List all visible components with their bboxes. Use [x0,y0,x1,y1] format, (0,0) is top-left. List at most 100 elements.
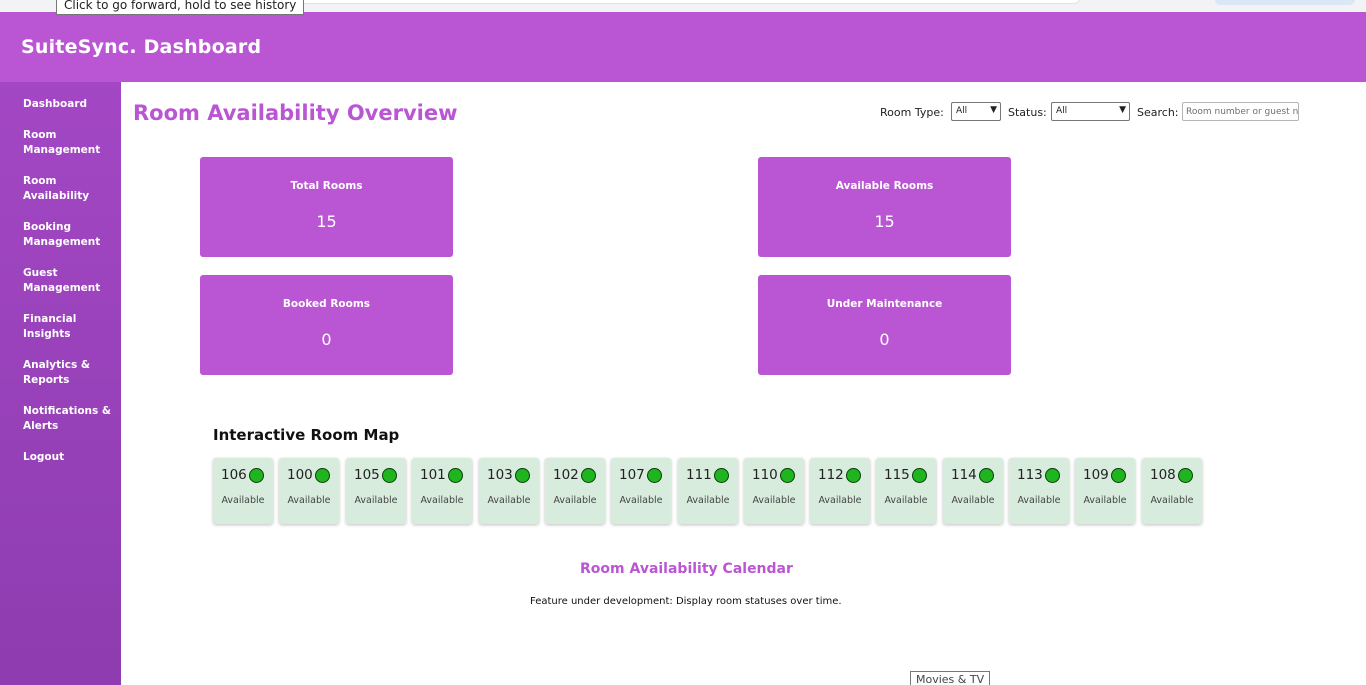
sidebar-item-notifications-alerts[interactable]: Notifications & Alerts [23,404,113,434]
calendar-title: Room Availability Calendar [580,561,793,577]
stat-label: Under Maintenance [826,298,943,310]
room-status: Available [1017,495,1061,506]
room-card[interactable]: 107 Available [611,458,671,524]
main-content: Room Availability Overview Room Type: Al… [121,82,1366,685]
room-card[interactable]: 113 Available [1009,458,1069,524]
status-dot-icon [714,468,729,483]
sidebar-item-room-management[interactable]: Room Management [23,128,113,158]
status-dot-icon [979,468,994,483]
stat-card-total-rooms: Total Rooms 15 [200,157,453,257]
status-dot-icon [912,468,927,483]
room-status: Available [354,495,398,506]
room-card[interactable]: 115 Available [876,458,936,524]
room-number: 108 [1150,467,1176,483]
room-number: 105 [354,467,380,483]
room-status: Available [884,495,928,506]
room-status: Available [287,495,331,506]
taskbar-tab-movies-tv[interactable]: Movies & TV [910,671,991,685]
chevron-down-icon: ▼ [990,105,997,115]
room-number: 113 [1017,467,1043,483]
room-number: 111 [686,467,712,483]
room-status: Available [553,495,597,506]
room-status: Available [420,495,464,506]
room-card[interactable]: 111 Available [678,458,738,524]
status-dot-icon [315,468,330,483]
stat-card-available-rooms: Available Rooms 15 [758,157,1011,257]
sidebar-item-logout[interactable]: Logout [23,450,113,465]
stat-label: Available Rooms [835,180,934,192]
stat-card-under-maintenance: Under Maintenance 0 [758,275,1011,375]
browser-profile-button[interactable] [1215,0,1355,5]
stat-value: 15 [316,212,337,231]
room-number: 110 [752,467,778,483]
room-number: 102 [553,467,579,483]
room-status: Available [818,495,862,506]
room-card[interactable]: 108 Available [1142,458,1202,524]
status-dot-icon [647,468,662,483]
room-status: Available [1150,495,1194,506]
sidebar: Dashboard Room Management Room Availabil… [0,82,121,685]
sidebar-item-analytics-reports[interactable]: Analytics & Reports [23,358,113,388]
sidebar-item-room-availability[interactable]: Room Availability [23,174,113,204]
room-status: Available [752,495,796,506]
room-card[interactable]: 102 Available [545,458,605,524]
room-status: Available [487,495,531,506]
forward-button-tooltip: Click to go forward, hold to see history [56,0,305,15]
search-input[interactable]: Room number or guest name [1182,102,1299,121]
stat-label: Total Rooms [290,180,363,192]
status-dot-icon [382,468,397,483]
room-number: 112 [818,467,844,483]
sidebar-item-booking-management[interactable]: Booking Management [23,220,113,250]
room-number: 103 [487,467,513,483]
room-status: Available [951,495,995,506]
room-status: Available [686,495,730,506]
room-card[interactable]: 100 Available [279,458,339,524]
status-dot-icon [249,468,264,483]
room-card[interactable]: 112 Available [810,458,870,524]
room-card[interactable]: 109 Available [1075,458,1135,524]
status-dot-icon [515,468,530,483]
room-number: 100 [287,467,313,483]
room-number: 106 [221,467,247,483]
status-dot-icon [1111,468,1126,483]
status-dot-icon [1178,468,1193,483]
room-number: 107 [619,467,645,483]
search-label: Search: [1137,106,1179,119]
room-type-select[interactable]: All ▼ [951,102,1001,121]
room-number: 114 [951,467,977,483]
sidebar-item-guest-management[interactable]: Guest Management [23,266,113,296]
stat-value: 0 [321,330,332,349]
room-card[interactable]: 114 Available [943,458,1003,524]
address-bar[interactable] [260,0,1080,4]
status-value: All [1056,106,1068,116]
room-type-value: All [956,106,968,116]
room-card[interactable]: 110 Available [744,458,804,524]
status-select[interactable]: All ▼ [1051,102,1130,121]
sidebar-item-financial-insights[interactable]: Financial Insights [23,312,113,342]
room-card[interactable]: 105 Available [346,458,406,524]
room-card[interactable]: 106 Available [213,458,273,524]
stat-label: Booked Rooms [282,298,371,310]
room-type-label: Room Type: [880,106,944,119]
status-dot-icon [1045,468,1060,483]
app-header: SuiteSync. Dashboard [0,12,1366,82]
stat-card-booked-rooms: Booked Rooms 0 [200,275,453,375]
room-map-title: Interactive Room Map [213,426,400,444]
stat-value: 15 [874,212,895,231]
room-status: Available [221,495,265,506]
status-dot-icon [448,468,463,483]
room-card[interactable]: 103 Available [479,458,539,524]
sidebar-item-dashboard[interactable]: Dashboard [23,97,113,112]
room-number: 101 [420,467,446,483]
page-title: Room Availability Overview [133,101,458,125]
status-dot-icon [581,468,596,483]
room-number: 109 [1083,467,1109,483]
room-status: Available [1083,495,1127,506]
room-status: Available [619,495,663,506]
calendar-note: Feature under development: Display room … [530,596,842,607]
room-card[interactable]: 101 Available [412,458,472,524]
stat-value: 0 [879,330,890,349]
app-title: SuiteSync. Dashboard [21,36,262,58]
room-number: 115 [884,467,910,483]
chevron-down-icon: ▼ [1119,105,1126,115]
